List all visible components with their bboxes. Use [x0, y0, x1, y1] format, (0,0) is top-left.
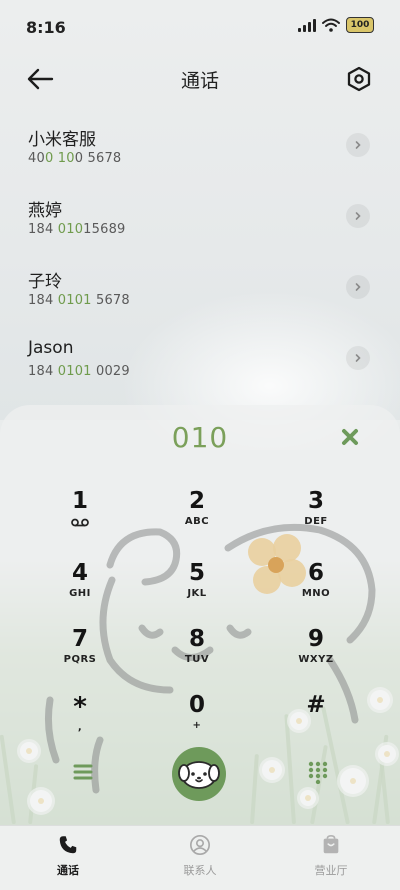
tab-store[interactable]: 营业厅: [281, 834, 381, 884]
menu-icon[interactable]: [72, 761, 94, 783]
chevron-right-icon[interactable]: [346, 346, 370, 370]
status-bar: 8:16 100: [0, 0, 400, 56]
signal-icon: [298, 18, 316, 32]
call-list-item[interactable]: 子玲 184 0101 5678: [0, 250, 400, 321]
wifi-icon: [322, 18, 340, 32]
contact-number: 184 01015689: [28, 222, 126, 237]
key-4[interactable]: 4 GHI: [37, 560, 123, 614]
call-suggestion-list: 小米客服 400 100 5678 燕婷 184 01015689 子玲 184…: [0, 108, 400, 392]
bottom-navigation: 通话 联系人 营业厅: [0, 825, 400, 890]
contact-name: Jason: [28, 338, 74, 358]
tab-contacts[interactable]: 联系人: [150, 834, 250, 884]
chevron-right-icon[interactable]: [346, 275, 370, 299]
call-list-item[interactable]: 小米客服 400 100 5678: [0, 108, 400, 179]
contact-number: 184 0101 0029: [28, 364, 130, 379]
status-icons: 100: [298, 17, 374, 33]
delete-icon[interactable]: [340, 427, 360, 447]
chevron-right-icon[interactable]: [346, 204, 370, 228]
store-icon: [323, 835, 339, 854]
status-time: 8:16: [26, 18, 66, 37]
contact-name: 燕婷: [28, 201, 62, 221]
key-6[interactable]: 6 MNO: [273, 560, 359, 614]
dialpad-icon[interactable]: [306, 760, 330, 784]
key-8[interactable]: 8 TUV: [154, 626, 240, 680]
contact-number: 184 0101 5678: [28, 293, 130, 308]
key-9[interactable]: 9 WXYZ: [273, 626, 359, 680]
contact-name: 小米客服: [28, 130, 96, 150]
contact-number: 400 100 5678: [28, 151, 122, 166]
chevron-right-icon[interactable]: [346, 133, 370, 157]
key-hash[interactable]: #: [273, 692, 359, 746]
voicemail-icon: [71, 518, 89, 527]
key-star[interactable]: *,: [37, 694, 123, 748]
key-5[interactable]: 5 JKL: [154, 560, 240, 614]
key-2[interactable]: 2 ABC: [154, 488, 240, 542]
puppy-face-icon: [178, 761, 220, 789]
call-list-item[interactable]: Jason 184 0101 0029: [0, 321, 400, 392]
key-3[interactable]: 3 DEF: [273, 488, 359, 542]
key-0[interactable]: 0 +: [154, 692, 240, 746]
key-7[interactable]: 7 PQRS: [37, 626, 123, 680]
battery-icon: 100: [346, 17, 374, 33]
contact-name: 子玲: [28, 272, 62, 292]
call-button[interactable]: [172, 747, 226, 801]
key-1[interactable]: 1: [37, 488, 123, 542]
contact-icon: [190, 835, 210, 855]
page-title: 通话: [180, 70, 219, 92]
settings-hexagon-icon[interactable]: [344, 64, 374, 94]
phone-icon: [59, 836, 77, 854]
call-list-item[interactable]: 燕婷 184 01015689: [0, 179, 400, 250]
call-action-bar: [0, 743, 400, 805]
app-header: 通话: [0, 56, 400, 102]
tab-calls[interactable]: 通话: [18, 834, 118, 884]
